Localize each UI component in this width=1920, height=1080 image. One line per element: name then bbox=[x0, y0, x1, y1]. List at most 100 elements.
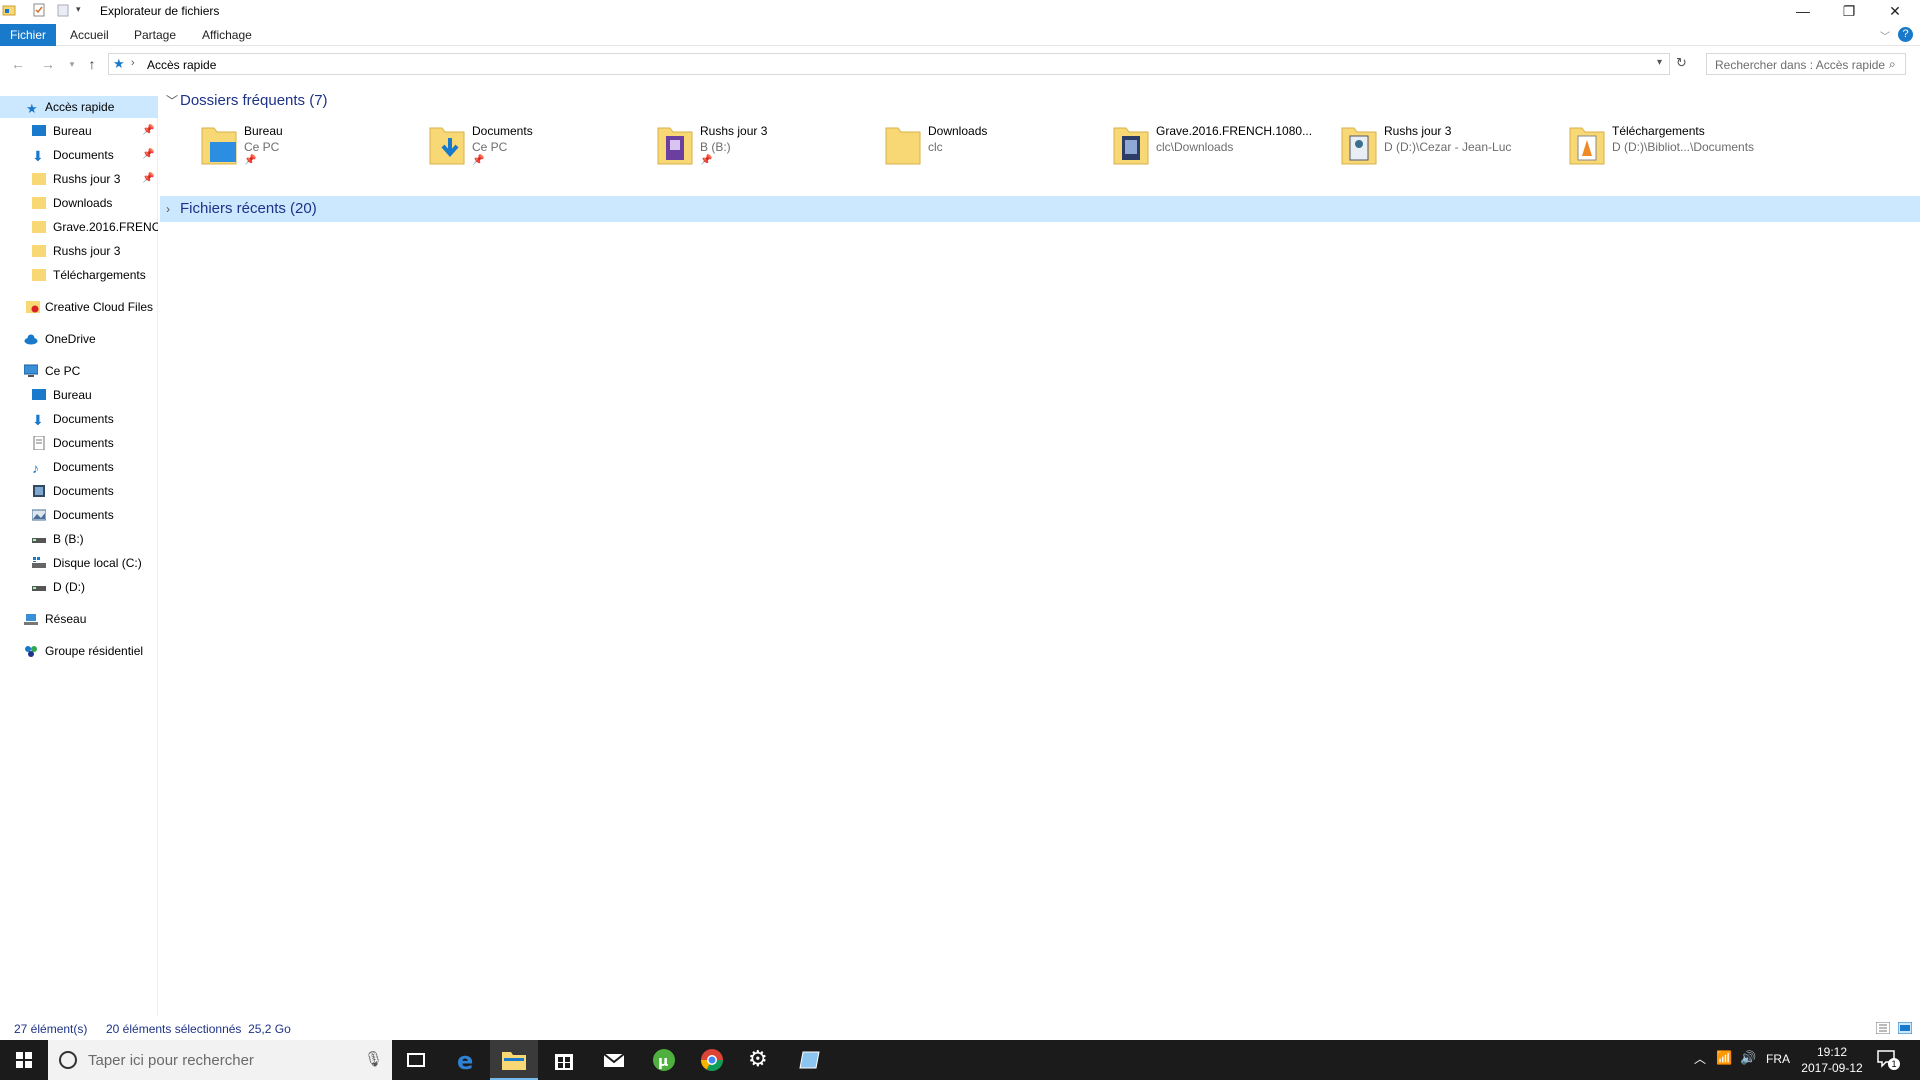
new-folder-icon[interactable] bbox=[56, 3, 70, 17]
settings-gear-icon[interactable]: ⚙ bbox=[748, 1046, 768, 1072]
pin-icon: 📌 bbox=[142, 149, 155, 160]
pin-icon: 📌 bbox=[472, 155, 485, 166]
minimize-button[interactable]: — bbox=[1780, 0, 1826, 22]
pin-icon: 📌 bbox=[142, 125, 155, 136]
back-button[interactable]: ← bbox=[8, 54, 28, 74]
folder-tile-telechargements[interactable]: Téléchargements D (D:)\Bibliot...\Docume… bbox=[1560, 122, 1780, 172]
search-input[interactable]: Rechercher dans : Accès rapide ⌕ bbox=[1706, 53, 1906, 75]
file-explorer-window: ▾ Explorateur de fichiers — ❐ ✕ Fichier … bbox=[0, 0, 1920, 1080]
sidebar-item-pc-documents[interactable]: Documents bbox=[0, 432, 158, 454]
svg-text:e: e bbox=[457, 1047, 473, 1074]
volume-icon[interactable]: 🔊 bbox=[1740, 1050, 1756, 1066]
breadcrumb-chevron-icon[interactable]: › bbox=[131, 57, 135, 69]
sidebar-item-pc-music[interactable]: ♪ Documents bbox=[0, 456, 158, 478]
show-hidden-icons-icon[interactable]: ︿ bbox=[1694, 1050, 1706, 1067]
folder-icon bbox=[32, 245, 46, 257]
sidebar-item-downloads[interactable]: Downloads bbox=[0, 192, 158, 214]
tab-affichage[interactable]: Affichage bbox=[192, 24, 262, 46]
quick-access-star-icon: ★ bbox=[113, 56, 125, 71]
address-dropdown-icon[interactable]: ▾ bbox=[1657, 57, 1662, 68]
help-icon[interactable]: ? bbox=[1898, 27, 1913, 42]
edge-icon[interactable]: e bbox=[452, 1046, 480, 1074]
sidebar-item-quick-access[interactable]: ★ Accès rapide bbox=[0, 96, 158, 118]
recent-files-header[interactable]: › Fichiers récents (20) bbox=[160, 196, 1920, 222]
creative-cloud-icon bbox=[26, 301, 40, 313]
windows-start-icon[interactable] bbox=[10, 1046, 38, 1074]
details-view-icon[interactable] bbox=[1876, 1022, 1890, 1034]
folder-tile-grave[interactable]: Grave.2016.FRENCH.1080... clc\Downloads bbox=[1104, 122, 1324, 172]
taskbar-search-input[interactable]: Taper ici pour rechercher 🎙 bbox=[48, 1040, 392, 1080]
taskbar: Taper ici pour rechercher 🎙 e µ ⚙ ︿ 📶 🔊 … bbox=[0, 1040, 1920, 1080]
folder-tile-documents[interactable]: Documents Ce PC 📌 bbox=[420, 122, 640, 172]
utorrent-icon[interactable]: µ bbox=[650, 1046, 678, 1074]
search-icon[interactable]: ⌕ bbox=[1889, 57, 1896, 72]
drive-icon bbox=[32, 586, 46, 591]
desktop-folder-icon bbox=[201, 127, 237, 165]
clock[interactable]: 19:12 2017-09-12 bbox=[1800, 1044, 1864, 1076]
folder-icon bbox=[32, 269, 46, 281]
restore-button[interactable]: ❐ bbox=[1826, 0, 1872, 22]
sidebar-item-pc-videos[interactable]: Documents bbox=[0, 480, 158, 502]
tab-partage[interactable]: Partage bbox=[124, 24, 186, 46]
breadcrumb-quick-access[interactable]: Accès rapide bbox=[147, 58, 216, 72]
notepad-icon[interactable] bbox=[796, 1046, 824, 1074]
sidebar-item-drive-b[interactable]: B (B:) bbox=[0, 528, 158, 550]
video-icon bbox=[33, 485, 45, 497]
expand-ribbon-icon[interactable]: ﹀ bbox=[1880, 28, 1890, 43]
wifi-icon[interactable]: 📶 bbox=[1716, 1050, 1732, 1066]
search-placeholder: Rechercher dans : Accès rapide bbox=[1715, 58, 1886, 72]
sidebar-item-pc-bureau[interactable]: Bureau bbox=[0, 384, 158, 406]
sidebar-item-documents[interactable]: ⬇ Documents 📌 bbox=[0, 144, 158, 166]
navigation-bar: ← → ▾ ↑ ★ › Accès rapide ▾ ↻ Rechercher … bbox=[0, 52, 1920, 76]
refresh-icon[interactable]: ↻ bbox=[1676, 55, 1687, 71]
sidebar-item-onedrive[interactable]: OneDrive bbox=[0, 328, 158, 350]
language-indicator[interactable]: FRA bbox=[1766, 1052, 1790, 1066]
sidebar-item-pc-documents-downloads[interactable]: ⬇ Documents bbox=[0, 408, 158, 430]
up-button[interactable]: ↑ bbox=[82, 54, 102, 74]
sidebar-item-groupe-residentiel[interactable]: Groupe résidentiel bbox=[0, 640, 158, 662]
navigation-pane: ★ Accès rapide Bureau 📌 ⬇ Documents 📌 Ru… bbox=[0, 96, 158, 1016]
folder-tile-rushs-jour-3-d[interactable]: Rushs jour 3 D (D:)\Cezar - Jean-Luc bbox=[1332, 122, 1552, 172]
action-center-icon[interactable]: 1 bbox=[1876, 1048, 1900, 1072]
tab-fichier[interactable]: Fichier bbox=[0, 24, 57, 46]
selection-info: 20 éléments sélectionnés 25,2 Go bbox=[106, 1022, 291, 1036]
sidebar-item-ce-pc[interactable]: Ce PC bbox=[0, 360, 158, 382]
recent-locations-icon[interactable]: ▾ bbox=[62, 54, 82, 74]
taskbar-file-explorer-active[interactable] bbox=[490, 1040, 538, 1080]
sidebar-item-telechargements[interactable]: Téléchargements bbox=[0, 264, 158, 286]
folder-quick-icon[interactable] bbox=[2, 3, 16, 17]
sidebar-item-creative-cloud[interactable]: Creative Cloud Files bbox=[0, 296, 158, 318]
sidebar-item-bureau[interactable]: Bureau 📌 bbox=[0, 120, 158, 142]
sidebar-item-pc-pictures[interactable]: Documents bbox=[0, 504, 158, 526]
frequent-folders-header[interactable]: ﹀ Dossiers fréquents (7) bbox=[166, 92, 328, 109]
store-icon[interactable] bbox=[550, 1046, 578, 1074]
forward-button[interactable]: → bbox=[38, 54, 58, 74]
tiles-view-icon[interactable] bbox=[1898, 1022, 1912, 1034]
folder-tile-rushs-jour-3[interactable]: Rushs jour 3 B (B:) 📌 bbox=[648, 122, 868, 172]
microphone-icon[interactable]: 🎙 bbox=[364, 1050, 383, 1068]
sidebar-item-rushs-jour-3-b[interactable]: Rushs jour 3 bbox=[0, 240, 158, 262]
content-pane: ﹀ Dossiers fréquents (7) Bureau Ce PC 📌 D… bbox=[160, 86, 1920, 1016]
sidebar-item-grave[interactable]: Grave.2016.FRENCH bbox=[0, 216, 158, 238]
folder-tile-downloads[interactable]: Downloads clc bbox=[876, 122, 1096, 172]
address-bar[interactable]: ★ › Accès rapide ▾ bbox=[108, 53, 1670, 75]
customize-quick-access-icon[interactable]: ▾ bbox=[76, 4, 81, 15]
sidebar-item-drive-c[interactable]: Disque local (C:) bbox=[0, 552, 158, 574]
task-view-icon[interactable] bbox=[402, 1046, 430, 1074]
drive-icon bbox=[32, 538, 46, 543]
homegroup-icon bbox=[25, 646, 37, 657]
close-button[interactable]: ✕ bbox=[1872, 0, 1918, 22]
mail-icon[interactable] bbox=[600, 1046, 628, 1074]
sidebar-item-drive-d[interactable]: D (D:) bbox=[0, 576, 158, 598]
tab-accueil[interactable]: Accueil bbox=[60, 24, 119, 46]
sidebar-item-reseau[interactable]: Réseau bbox=[0, 608, 158, 630]
computer-icon bbox=[24, 364, 38, 377]
folder-icon bbox=[32, 173, 46, 185]
sidebar-item-rushs-jour-3[interactable]: Rushs jour 3 📌 bbox=[0, 168, 158, 190]
folder-tile-bureau[interactable]: Bureau Ce PC 📌 bbox=[192, 122, 412, 172]
notification-badge: 1 bbox=[1888, 1058, 1900, 1070]
properties-icon[interactable] bbox=[32, 3, 46, 17]
chevron-down-icon: ﹀ bbox=[166, 94, 179, 108]
media-folder-icon bbox=[657, 127, 693, 165]
chrome-icon[interactable] bbox=[698, 1046, 726, 1074]
